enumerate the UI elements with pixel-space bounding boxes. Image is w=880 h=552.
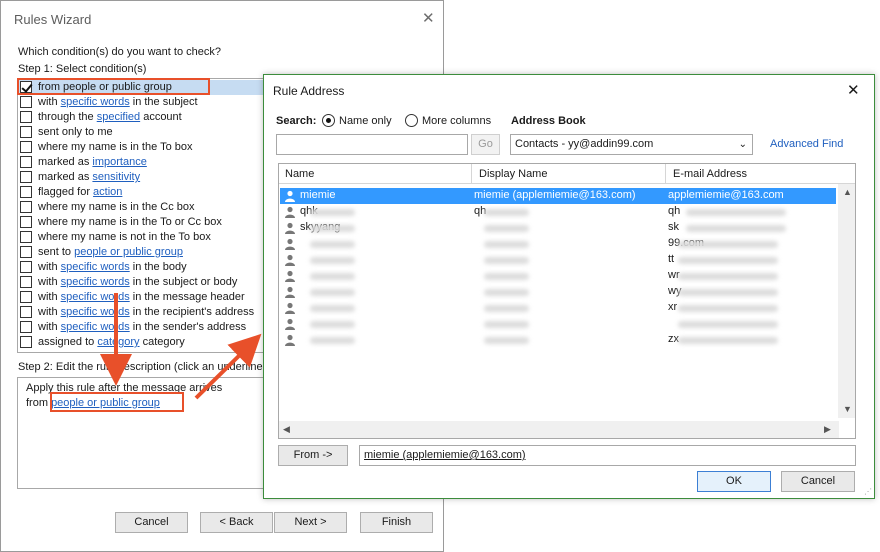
arrow-diagonal-annotation [194,333,262,400]
annotation-arrows [100,293,262,400]
